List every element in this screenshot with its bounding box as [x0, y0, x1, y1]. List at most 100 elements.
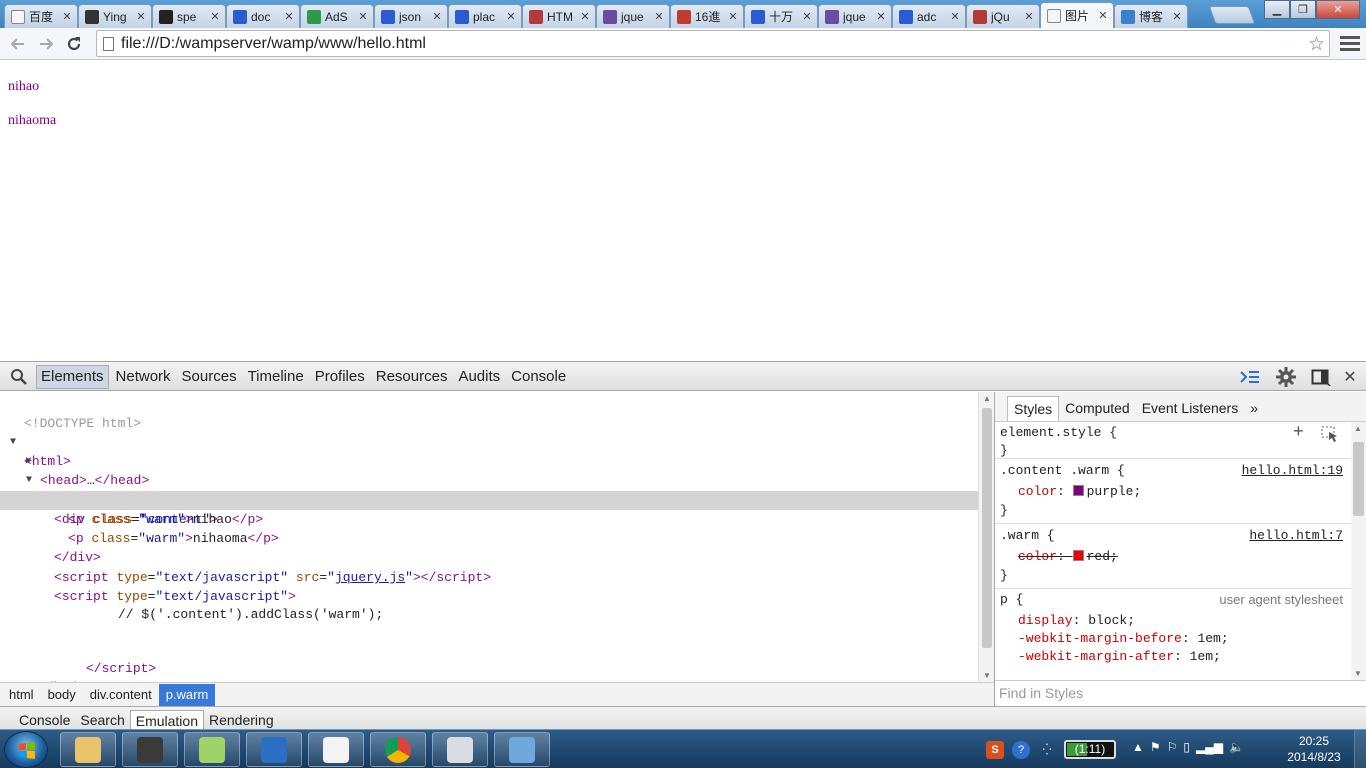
close-tab-icon[interactable]: ✕ [505, 10, 517, 23]
close-tab-icon[interactable]: ✕ [209, 10, 221, 23]
rule-source-link[interactable]: hello.html:19 [1242, 462, 1343, 480]
maximize-button[interactable]: ❐ [1290, 0, 1316, 19]
rule-property-overridden[interactable]: color: red; [1018, 548, 1118, 566]
tree-row-html[interactable]: ▼ <html> [0, 414, 978, 469]
rule-source-link[interactable]: hello.html:7 [1249, 527, 1343, 545]
devtools-tab-profiles[interactable]: Profiles [311, 365, 369, 389]
tree-row-script1[interactable]: <script type="text/javascript" src="jque… [0, 549, 978, 585]
close-tab-icon[interactable]: ✕ [1171, 10, 1183, 23]
tree-row-script-close[interactable]: </script> [0, 640, 978, 676]
taskbar-app-button[interactable] [494, 732, 550, 767]
more-tabs-chevron-icon[interactable]: » [1244, 396, 1264, 421]
browser-tab[interactable]: plac ✕ [448, 4, 522, 28]
help-icon[interactable]: ? [1012, 740, 1030, 759]
styles-scrollbar[interactable]: ▲ ▼ [1351, 422, 1366, 680]
styles-scroll-thumb[interactable] [1353, 442, 1364, 516]
taskbar-app-button[interactable] [308, 732, 364, 767]
close-tab-icon[interactable]: ✕ [357, 10, 369, 23]
close-tab-icon[interactable]: ✕ [727, 10, 739, 23]
browser-tab[interactable]: 图片 ✕ [1040, 2, 1114, 28]
close-tab-icon[interactable]: ✕ [283, 10, 295, 23]
tree-row-body[interactable]: ▼ <body> [0, 452, 978, 507]
scroll-down-icon[interactable]: ▼ [1354, 669, 1362, 678]
new-tab-button[interactable] [1208, 6, 1256, 24]
rule-property[interactable]: -webkit-margin-before: 1em; [1018, 630, 1229, 648]
dock-side-icon[interactable] [1310, 366, 1332, 388]
devtools-tab-timeline[interactable]: Timeline [244, 365, 308, 389]
rule-property[interactable]: -webkit-margin-after: 1em; [1018, 648, 1221, 666]
browser-tab[interactable]: adc ✕ [892, 4, 966, 28]
tree-row-script-text[interactable]: // $('.content').addClass('warm'); [0, 586, 978, 622]
tab-styles[interactable]: Styles [1007, 396, 1060, 421]
sogou-input-icon[interactable]: S [986, 740, 1004, 759]
close-tab-icon[interactable]: ✕ [1023, 10, 1035, 23]
elements-scroll-thumb[interactable] [982, 408, 992, 648]
chrome-menu-button[interactable] [1340, 32, 1360, 54]
close-window-button[interactable]: ✕ [1316, 0, 1360, 19]
taskbar-app-button[interactable] [184, 732, 240, 767]
drawer-tab-emulation[interactable]: Emulation [129, 710, 204, 730]
input-mode-icon[interactable]: ⁛ [1038, 741, 1056, 759]
devtools-tab-resources[interactable]: Resources [372, 365, 452, 389]
tree-row-doctype[interactable]: <!DOCTYPE html> [0, 395, 978, 431]
rule-property[interactable]: display: block; [1018, 612, 1135, 630]
crumb-div-content[interactable]: div.content [83, 684, 159, 706]
color-swatch-icon[interactable] [1072, 550, 1084, 561]
close-tab-icon[interactable]: ✕ [801, 10, 813, 23]
drawer-tab-search[interactable]: Search [75, 710, 129, 730]
scroll-down-icon[interactable]: ▼ [983, 671, 991, 680]
browser-tab[interactable]: Ying ✕ [78, 4, 152, 28]
settings-gear-icon[interactable] [1274, 366, 1298, 388]
close-tab-icon[interactable]: ✕ [431, 10, 443, 23]
browser-tab[interactable]: jque ✕ [596, 4, 670, 28]
tree-row-body-close[interactable]: </body> [0, 659, 978, 682]
network-adapter-icon[interactable]: ⚑ [1150, 740, 1161, 754]
volume-icon[interactable]: 🔈 [1229, 740, 1244, 754]
bookmark-star-icon[interactable]: ☆ [1308, 33, 1325, 56]
rule-property[interactable]: color: purple; [1018, 483, 1141, 501]
toggle-element-state-icon[interactable] [1321, 426, 1339, 442]
tree-row-p-selected[interactable]: <p class="warm">nihao</p> [0, 491, 978, 527]
browser-tab[interactable]: doc ✕ [226, 4, 300, 28]
tree-row-p2[interactable]: <p class="warm">nihaoma</p> [0, 510, 978, 546]
browser-tab[interactable]: 博客 ✕ [1114, 4, 1188, 28]
address-bar[interactable]: file:///D:/wampserver/wamp/www/hello.htm… [96, 30, 1330, 57]
close-tab-icon[interactable]: ✕ [949, 10, 961, 23]
rule-selector[interactable]: p { [1000, 591, 1023, 609]
taskbar-app-button[interactable] [432, 732, 488, 767]
clock[interactable]: 20:25 2014/8/23 [1278, 733, 1350, 765]
devtools-tab-sources[interactable]: Sources [178, 365, 241, 389]
browser-tab[interactable]: 16進 ✕ [670, 4, 744, 28]
drawer-tab-console[interactable]: Console [14, 710, 75, 730]
tree-row-div-close[interactable]: </div> [0, 529, 978, 565]
taskbar-app-button[interactable] [246, 732, 302, 767]
tab-computed[interactable]: Computed [1059, 396, 1136, 421]
browser-tab[interactable]: HTM ✕ [522, 4, 596, 28]
close-devtools-icon[interactable]: ✕ [1340, 366, 1360, 388]
tree-row-head[interactable]: ▶ <head>…</head> [0, 433, 978, 488]
browser-tab[interactable]: spe ✕ [152, 4, 226, 28]
scroll-up-icon[interactable]: ▲ [1354, 424, 1362, 433]
start-button[interactable] [4, 731, 48, 768]
close-tab-icon[interactable]: ✕ [875, 10, 887, 23]
battery-indicator[interactable]: (1:11) [1064, 740, 1116, 759]
crumb-body[interactable]: body [41, 684, 83, 706]
taskbar-app-button[interactable] [370, 732, 426, 767]
close-tab-icon[interactable]: ✕ [653, 10, 665, 23]
inspect-search-icon[interactable] [10, 368, 28, 386]
find-in-styles-input[interactable]: Find in Styles [995, 680, 1366, 706]
close-tab-icon[interactable]: ✕ [579, 10, 591, 23]
devtools-tab-elements[interactable]: Elements [36, 365, 109, 389]
crumb-html[interactable]: html [2, 684, 41, 706]
browser-tab[interactable]: 百度 ✕ [4, 4, 78, 28]
scroll-up-icon[interactable]: ▲ [983, 394, 991, 403]
browser-tab[interactable]: jQu ✕ [966, 4, 1040, 28]
forward-button[interactable] [34, 32, 58, 56]
show-hidden-icons-icon[interactable]: ▲ [1132, 740, 1144, 754]
close-tab-icon[interactable]: ✕ [1097, 9, 1109, 22]
drawer-tab-rendering[interactable]: Rendering [204, 710, 279, 730]
rule-selector[interactable]: .content .warm { [1000, 462, 1125, 480]
crumb-p-warm[interactable]: p.warm [158, 683, 216, 706]
close-tab-icon[interactable]: ✕ [135, 10, 147, 23]
rule-selector[interactable]: .warm { [1000, 527, 1055, 545]
